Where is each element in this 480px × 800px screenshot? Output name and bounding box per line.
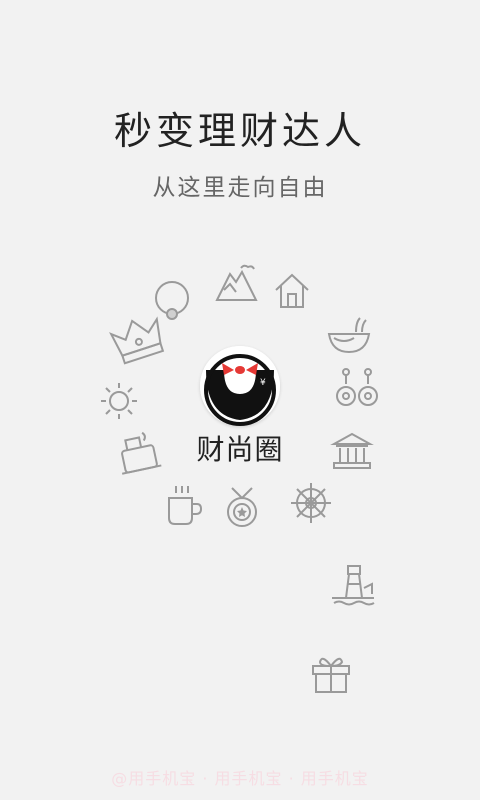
ship-wheel-icon	[290, 482, 332, 524]
bowl-icon	[326, 314, 372, 356]
gift-icon	[310, 652, 352, 694]
lighthouse-icon	[330, 562, 376, 606]
headline: 秒变理财达人	[113, 109, 366, 153]
crown-icon	[109, 314, 166, 365]
mountain-icon	[214, 262, 260, 304]
earrings-icon	[334, 366, 380, 410]
medal-icon	[222, 486, 262, 528]
sun-icon	[100, 382, 138, 420]
svg-text:¥: ¥	[260, 378, 266, 388]
house-icon	[274, 272, 310, 310]
app-logo: ¥	[200, 346, 280, 426]
watermark: @用手机宝 · 用手机宝 · 用手机宝	[111, 769, 369, 788]
subline: 从这里走向自由	[152, 175, 328, 201]
coffee-cup-icon	[164, 484, 204, 526]
brand-name: 财尚圈	[196, 433, 284, 466]
